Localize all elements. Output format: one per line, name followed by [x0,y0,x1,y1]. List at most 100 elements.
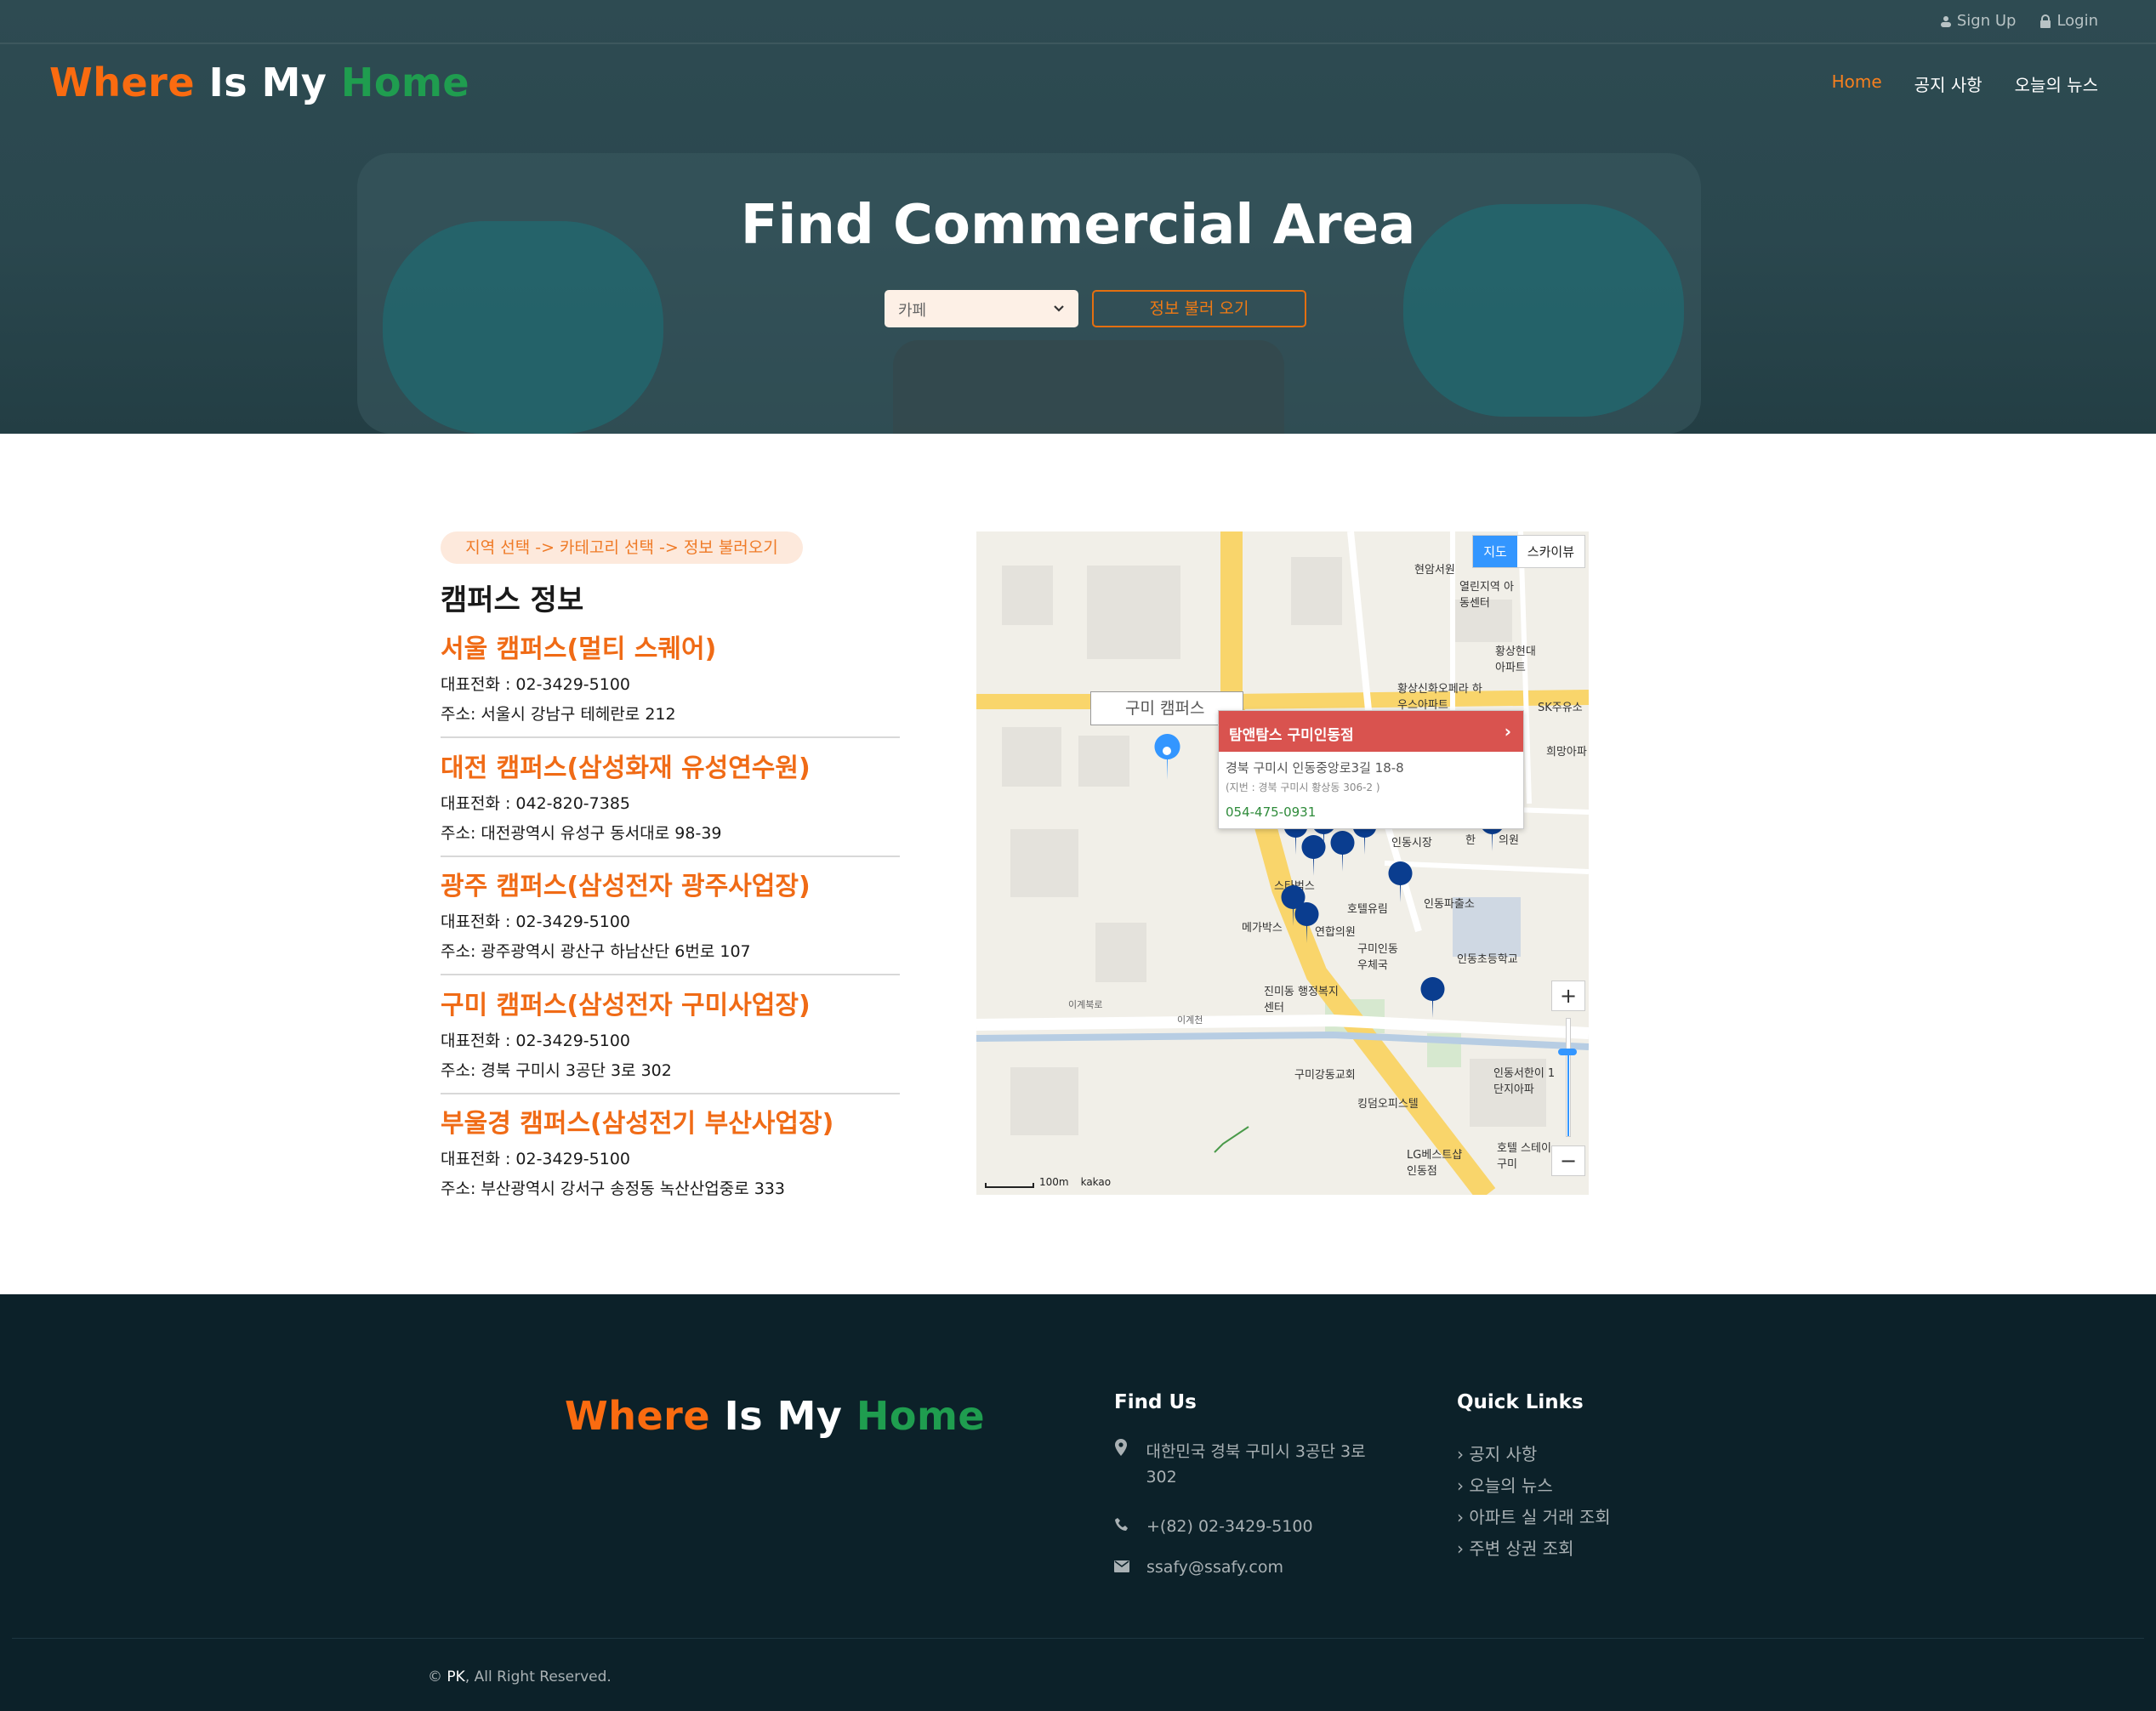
campus-name: 대전 캠퍼스(삼성화재 유성연수원) [441,753,811,783]
campus-address: 주소: 서울시 강남구 테헤란로 212 [441,705,676,724]
footer-phone: +(82) 02-3429-5100 [1114,1517,1313,1537]
campus-phone: 대표전화 : 02-3429-5100 [441,1032,630,1050]
campus-item: 부울경 캠퍼스(삼성전기 부산사업장) 대표전화 : 02-3429-5100 … [441,1102,900,1199]
marker-pin-icon [1330,831,1355,872]
campus-address: 주소: 부산광역시 강서구 송정동 녹산산업중로 333 [441,1180,785,1198]
campus-name: 서울 캠퍼스(멀티 스퀘어) [441,634,717,664]
quick-link-label: 오늘의 뉴스 [1469,1475,1553,1496]
quick-link-label: 공지 사항 [1469,1444,1538,1464]
zoom-in-button[interactable]: + [1551,981,1585,1011]
map-attribution: kakao [1080,1176,1112,1188]
zoom-slider[interactable] [1566,1018,1571,1137]
place-info-phone[interactable]: 054-475-0931 [1219,794,1523,820]
quick-link-commercial[interactable]: › 주변 상권 조회 [1457,1535,1573,1560]
envelope-icon [1114,1558,1131,1577]
campus-phone: 대표전화 : 02-3429-5100 [441,912,630,931]
copyright: © PK, All Right Reserved. [428,1668,612,1685]
quick-links-heading: Quick Links [1457,1391,1584,1413]
footer-phone-text: +(82) 02-3429-5100 [1146,1517,1313,1536]
footer-logo[interactable]: Where Is My Home [565,1393,985,1439]
footer: Where Is My Home Find Us 대한민국 경북 구미시 3공단… [0,1294,2156,1711]
copyright-mark: © [428,1668,442,1685]
logo-word-is-my: Is My [724,1393,843,1439]
hero-section: Sign Up Login Where Is My Home Home 공지 사… [0,0,2156,434]
chevron-right-icon: › [1457,1507,1470,1527]
hero-bg-pillow-center [893,340,1284,434]
login-link[interactable]: Login [2039,12,2098,30]
category-select-value: 카페 [898,302,927,320]
signup-label: Sign Up [1956,12,2017,30]
campus-address: 주소: 경북 구미시 3공단 3로 302 [441,1061,672,1080]
kakao-map[interactable]: 지도 스카이뷰 현암서원 열린지역 아동센터 황상현대 아파트 황상신화오페라 … [976,531,1589,1195]
find-us-heading: Find Us [1114,1391,1197,1413]
campus-name: 구미 캠퍼스(삼성전자 구미사업장) [441,991,811,1020]
quick-link-apt-deals[interactable]: › 아파트 실 거래 조회 [1457,1504,1611,1528]
footer-email-text[interactable]: ssafy@ssafy.com [1146,1558,1283,1577]
quick-link-label: 주변 상권 조회 [1469,1538,1574,1559]
place-info-title[interactable]: 탐앤탐스 구미인동점 › [1219,711,1523,752]
logo-word-where: Where [49,60,196,105]
place-info-address: 경북 구미시 인동중앙로3길 18-8 [1226,760,1404,776]
campus-item: 서울 캠퍼스(멀티 스퀘어) 대표전화 : 02-3429-5100 주소: 서… [441,628,900,738]
logo-word-home: Home [856,1393,986,1439]
footer-address-text: 대한민국 경북 구미시 3공단 3로 302 [1146,1442,1366,1486]
main-nav: Home 공지 사항 오늘의 뉴스 [1832,71,2098,96]
campus-divider [441,736,900,738]
campus-phone: 대표전화 : 02-3429-5100 [441,675,630,694]
login-label: Login [2056,12,2098,30]
chevron-down-icon [1054,305,1064,312]
place-markers [1154,734,1505,1018]
nav-news[interactable]: 오늘의 뉴스 [2015,71,2098,96]
lock-icon [2040,14,2051,28]
quick-link-notice[interactable]: › 공지 사항 [1457,1441,1537,1465]
footer-divider [12,1638,2144,1639]
place-info-jibun: (지번 : 경북 구미시 황상동 306-2 ) [1226,782,1380,793]
logo-word-home: Home [340,60,470,105]
campus-divider [441,1093,900,1094]
phone-icon [1114,1517,1131,1537]
usage-hint: 지역 선택 -> 카테고리 선택 -> 정보 불러오기 [441,531,803,564]
auth-links: Sign Up Login [1940,12,2098,30]
footer-address: 대한민국 경북 구미시 3공단 3로 302 [1114,1439,1395,1490]
campus-marker-icon [1154,734,1180,780]
campus-divider [441,856,900,857]
signup-link[interactable]: Sign Up [1940,12,2017,30]
marker-pin-icon [1301,835,1326,876]
chevron-right-icon: › [1457,1538,1470,1559]
map-scale-label: 100m [1039,1176,1069,1188]
user-icon [1940,15,1951,27]
load-info-button[interactable]: 정보 불러 오기 [1092,290,1306,327]
copyright-owner-link[interactable]: PK [447,1668,464,1685]
campus-address: 주소: 광주광역시 광산구 하남산단 6번로 107 [441,942,751,961]
logo-word-is-my: Is My [208,60,327,105]
campus-divider [441,974,900,975]
zoom-slider-handle[interactable] [1558,1049,1577,1055]
campus-item: 구미 캠퍼스(삼성전자 구미사업장) 대표전화 : 02-3429-5100 주… [441,984,900,1094]
campus-name: 광주 캠퍼스(삼성전자 광주사업장) [441,872,811,901]
nav-home[interactable]: Home [1832,71,1882,96]
map-marker-icon [1114,1439,1130,1460]
topbar: Sign Up Login [0,0,2156,44]
place-info-window: 탐앤탐스 구미인동점 › 경북 구미시 인동중앙로3길 18-8 (지번 : 경… [1218,710,1524,829]
zoom-out-button[interactable]: − [1551,1145,1585,1176]
chevron-right-icon: › [1504,721,1511,742]
marker-pin-icon [1388,861,1413,902]
marker-pin-icon [1294,902,1319,943]
zoom-slider-fill [1567,1051,1569,1136]
header-logo[interactable]: Where Is My Home [49,60,469,105]
campus-item: 대전 캠퍼스(삼성화재 유성연수원) 대표전화 : 042-820-7385 주… [441,747,900,857]
map-scale-bar [985,1183,1034,1188]
campus-phone: 대표전화 : 042-820-7385 [441,794,630,813]
map-scale: 100m kakao [985,1176,1111,1188]
zoom-control: + − [1551,981,1585,1176]
hero-title: Find Commercial Area [740,194,1416,257]
place-info-name: 탐앤탐스 구미인동점 [1229,727,1354,744]
footer-email: ssafy@ssafy.com [1114,1558,1283,1577]
category-select[interactable]: 카페 [885,290,1078,327]
campus-name: 부울경 캠퍼스(삼성전기 부산사업장) [441,1109,834,1139]
nav-notice[interactable]: 공지 사항 [1914,71,1982,96]
quick-link-news[interactable]: › 오늘의 뉴스 [1457,1472,1553,1497]
chevron-right-icon: › [1457,1444,1470,1464]
copyright-text: , All Right Reserved. [464,1668,612,1685]
campus-phone: 대표전화 : 02-3429-5100 [441,1150,630,1168]
